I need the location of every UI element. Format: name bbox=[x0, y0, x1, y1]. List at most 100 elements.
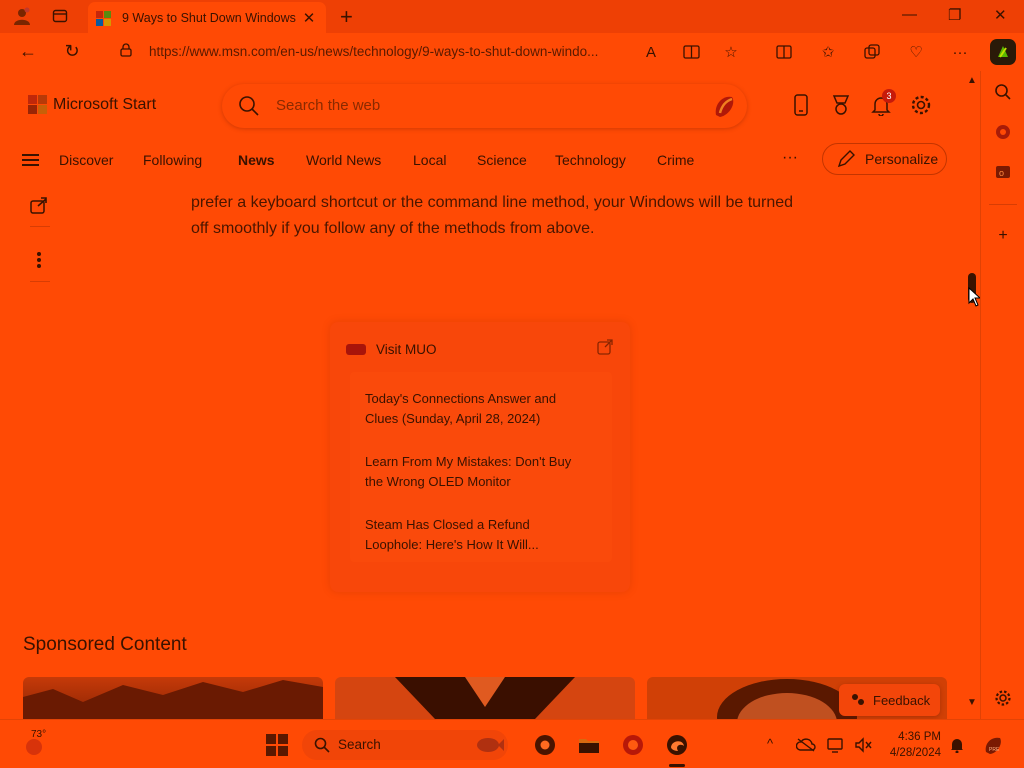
nav-technology[interactable]: Technology bbox=[555, 152, 626, 168]
scroll-up-arrow-icon[interactable]: ▲ bbox=[967, 75, 977, 86]
favorites-icon[interactable]: ✩ bbox=[818, 42, 838, 62]
edge-sidebar: o + bbox=[980, 71, 1024, 719]
page-content: Microsoft Start Search the web 3 Discove… bbox=[0, 71, 980, 719]
sponsored-image-2[interactable] bbox=[335, 677, 635, 719]
favorite-star-icon[interactable]: ☆ bbox=[721, 42, 741, 62]
url-field[interactable]: https://www.msn.com/en-us/news/technolog… bbox=[108, 37, 780, 67]
muo-card: Visit MUO Today's Connections Answer and… bbox=[330, 322, 630, 592]
nav-science[interactable]: Science bbox=[477, 152, 527, 168]
minimize-button[interactable]: — bbox=[902, 6, 917, 23]
address-bar-row: ← ↻ https://www.msn.com/en-us/news/techn… bbox=[0, 33, 1024, 71]
scroll-down-arrow-icon[interactable]: ▼ bbox=[967, 697, 977, 708]
collections-icon[interactable] bbox=[862, 42, 882, 62]
muo-title: Visit MUO bbox=[376, 342, 437, 357]
browser-essentials-icon[interactable]: ♡ bbox=[906, 42, 926, 62]
sidebar-search-icon[interactable] bbox=[993, 82, 1013, 102]
read-aloud-icon[interactable]: A bbox=[641, 42, 661, 62]
onedrive-icon[interactable] bbox=[794, 733, 818, 757]
refresh-icon[interactable]: ↻ bbox=[60, 41, 84, 62]
edge-app-icon[interactable] bbox=[665, 733, 689, 757]
tray-overflow-icon[interactable]: ^ bbox=[767, 736, 773, 751]
taskbar-search[interactable]: Search bbox=[302, 730, 508, 760]
url-text: https://www.msn.com/en-us/news/technolog… bbox=[149, 44, 599, 59]
copilot-preview-icon[interactable]: PRE bbox=[981, 733, 1005, 757]
nav-local[interactable]: Local bbox=[413, 152, 446, 168]
brand-name: Microsoft Start bbox=[53, 95, 157, 113]
nav-following[interactable]: Following bbox=[143, 152, 202, 168]
immersive-reader-icon[interactable] bbox=[681, 42, 701, 62]
start-windows-icon[interactable] bbox=[265, 733, 289, 757]
sidebar-settings-icon[interactable] bbox=[993, 688, 1013, 708]
muo-article-link[interactable]: Today's Connections Answer and Clues (Su… bbox=[365, 389, 590, 429]
copilot-icon[interactable] bbox=[990, 39, 1016, 65]
tab-close-icon[interactable]: ✕ bbox=[300, 9, 318, 27]
muo-article-list: Today's Connections Answer and Clues (Su… bbox=[350, 372, 612, 562]
copilot-search-icon[interactable] bbox=[710, 91, 740, 121]
sidebar-divider bbox=[989, 204, 1017, 205]
settings-gear-icon[interactable] bbox=[909, 93, 933, 117]
external-link-icon[interactable] bbox=[596, 338, 614, 356]
profile-icon[interactable] bbox=[12, 6, 32, 26]
network-icon[interactable] bbox=[824, 733, 848, 757]
tab-title: 9 Ways to Shut Down Windows bbox=[122, 10, 296, 25]
sponsored-image-1[interactable] bbox=[23, 677, 323, 719]
clock-time: 4:36 PM bbox=[898, 731, 941, 743]
taskbar-search-icon bbox=[314, 737, 330, 753]
sidebar-office-icon[interactable] bbox=[993, 122, 1013, 142]
feedback-button[interactable]: Feedback bbox=[839, 684, 940, 716]
notification-badge: 3 bbox=[882, 89, 896, 103]
search-placeholder: Search the web bbox=[276, 97, 381, 114]
notification-center-bell-icon[interactable] bbox=[945, 733, 969, 757]
nav-world-news[interactable]: World News bbox=[306, 152, 381, 168]
search-box[interactable]: Search the web bbox=[222, 84, 747, 128]
sidebar-outlook-icon[interactable]: o bbox=[993, 162, 1013, 182]
microsoft-start-logo[interactable]: Microsoft Start bbox=[28, 95, 156, 114]
windows-taskbar: 73° Search ^ 4:36 PM 4/28/2024 PRE bbox=[0, 719, 1024, 768]
firefox-app-icon[interactable] bbox=[621, 733, 645, 757]
muo-header[interactable]: Visit MUO bbox=[346, 342, 437, 357]
close-window-button[interactable]: ✕ bbox=[994, 6, 1007, 24]
msn-favicon-icon bbox=[96, 10, 111, 26]
active-app-indicator bbox=[669, 764, 685, 767]
rail-divider bbox=[30, 226, 50, 227]
feedback-label: Feedback bbox=[873, 692, 931, 708]
category-nav: Discover Following News World News Local… bbox=[0, 143, 980, 175]
more-options-icon[interactable] bbox=[36, 251, 42, 274]
chrome-app-icon[interactable] bbox=[533, 733, 557, 757]
tab-actions-icon[interactable] bbox=[50, 6, 70, 26]
menu-hamburger-icon[interactable] bbox=[22, 154, 39, 169]
weather-temperature: 73° bbox=[31, 729, 47, 740]
nav-more-button[interactable]: ··· bbox=[782, 149, 798, 167]
sponsored-heading: Sponsored Content bbox=[23, 634, 187, 655]
search-icon bbox=[239, 96, 259, 116]
settings-more-icon[interactable]: ··· bbox=[950, 42, 970, 62]
split-screen-icon[interactable] bbox=[774, 42, 794, 62]
lock-icon bbox=[120, 43, 132, 57]
personalize-button[interactable]: Personalize bbox=[822, 143, 947, 175]
new-tab-button[interactable]: + bbox=[340, 4, 353, 30]
nav-news[interactable]: News bbox=[238, 152, 275, 168]
rewards-icon[interactable] bbox=[829, 93, 853, 117]
muo-article-link[interactable]: Steam Has Closed a Refund Loophole: Here… bbox=[365, 515, 590, 555]
maximize-button[interactable]: ❐ bbox=[948, 6, 961, 24]
nav-crime[interactable]: Crime bbox=[657, 152, 694, 168]
back-arrow-icon[interactable]: ← bbox=[16, 41, 40, 62]
article-paragraph: prefer a keyboard shortcut or the comman… bbox=[191, 194, 794, 237]
muo-logo-icon bbox=[346, 344, 366, 355]
nav-discover[interactable]: Discover bbox=[59, 152, 113, 168]
file-explorer-icon[interactable] bbox=[577, 733, 601, 757]
mobile-app-icon[interactable] bbox=[789, 93, 813, 117]
tab-bar: 9 Ways to Shut Down Windows ✕ + — ❐ ✕ bbox=[0, 0, 1024, 33]
mouse-cursor-icon bbox=[968, 287, 980, 307]
svg-text:PRE: PRE bbox=[989, 747, 1000, 753]
muo-article-link[interactable]: Learn From My Mistakes: Don't Buy the Wr… bbox=[365, 452, 590, 492]
tab-active[interactable]: 9 Ways to Shut Down Windows ✕ bbox=[88, 2, 326, 33]
share-icon[interactable] bbox=[30, 196, 48, 219]
taskbar-clock[interactable]: 4:36 PM 4/28/2024 bbox=[886, 729, 941, 761]
volume-muted-icon[interactable] bbox=[851, 733, 875, 757]
taskbar-search-label: Search bbox=[338, 737, 381, 752]
sidebar-add-icon[interactable]: + bbox=[993, 226, 1013, 246]
search-highlight-fish-icon bbox=[477, 738, 504, 752]
personalize-label: Personalize bbox=[865, 151, 939, 167]
feedback-icon bbox=[852, 694, 864, 705]
